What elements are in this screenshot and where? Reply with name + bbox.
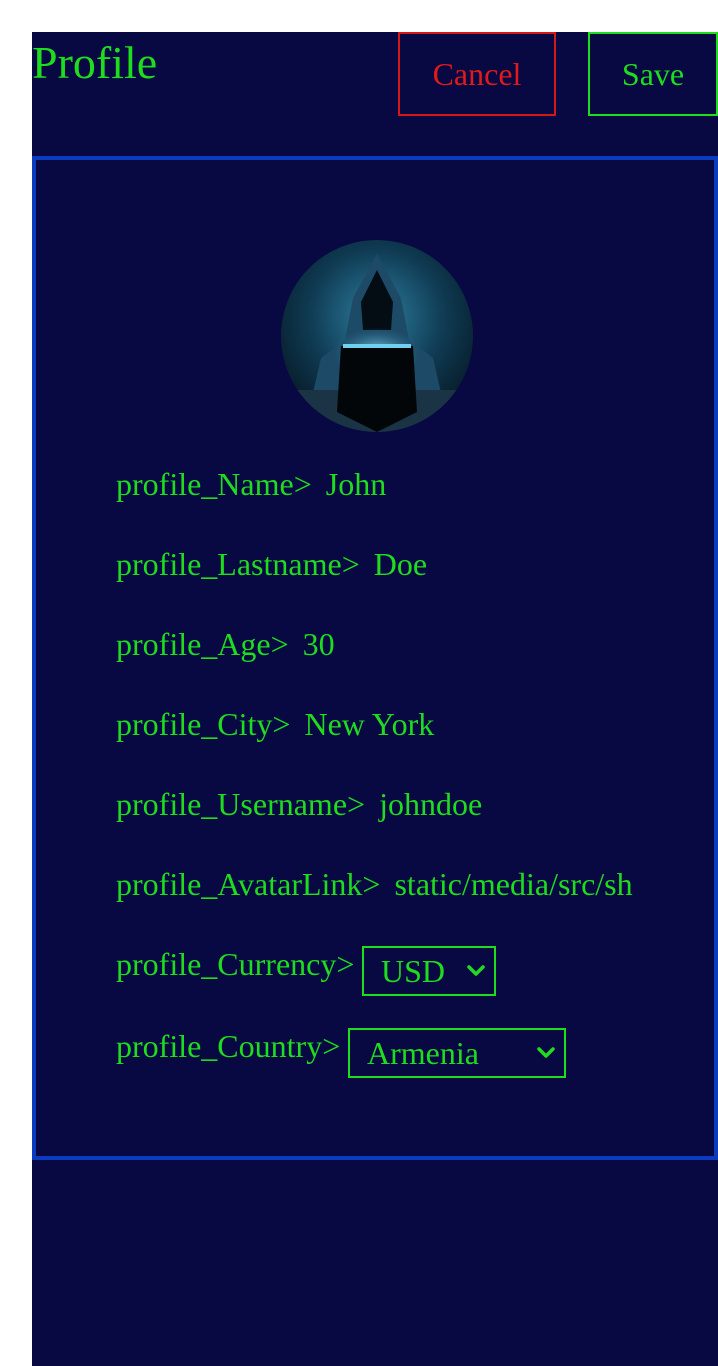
city-field[interactable]: New York: [304, 704, 434, 744]
field-label: profile_Name>: [116, 466, 312, 502]
country-select-value: Armenia: [367, 1034, 479, 1071]
avatar-link-field[interactable]: static/media/src/sh: [394, 864, 632, 904]
field-row-country: profile_Country>: [116, 1026, 340, 1066]
field-label: profile_Username>: [116, 786, 366, 822]
chevron-down-icon: [467, 965, 485, 976]
age-field[interactable]: 30: [303, 624, 335, 664]
country-select[interactable]: Armenia: [348, 1028, 566, 1078]
field-row-username: profile_Username> johndoe: [116, 784, 482, 824]
currency-select[interactable]: USD: [362, 946, 496, 996]
cancel-button[interactable]: Cancel: [398, 32, 556, 116]
field-row-lastname: profile_Lastname> Doe: [116, 544, 427, 584]
username-field[interactable]: johndoe: [379, 784, 482, 824]
profile-screen: Profile Cancel Save profile_Name> John p…: [32, 32, 718, 1366]
currency-select-value: USD: [381, 952, 446, 989]
field-row-age: profile_Age> 30: [116, 624, 335, 664]
field-label: profile_Country>: [116, 1028, 341, 1064]
field-label: profile_AvatarLink>: [116, 866, 381, 902]
page-title: Profile: [32, 37, 158, 88]
chevron-down-icon: [537, 1047, 555, 1058]
profile-card: profile_Name> John profile_Lastname> Doe p…: [32, 156, 718, 1160]
field-label: profile_Age>: [116, 626, 289, 662]
save-button[interactable]: Save: [588, 32, 718, 116]
field-label: profile_City>: [116, 706, 291, 742]
field-row-name: profile_Name> John: [116, 464, 386, 504]
field-row-avatar-link: profile_AvatarLink> static/media/src/sh: [116, 864, 633, 904]
field-row-city: profile_City> New York: [116, 704, 434, 744]
lastname-field[interactable]: Doe: [374, 544, 427, 584]
field-row-currency: profile_Currency>: [116, 944, 354, 984]
hooded-hacker-avatar-icon: [281, 240, 473, 432]
avatar: [281, 240, 473, 432]
name-field[interactable]: John: [326, 464, 386, 504]
field-label: profile_Currency>: [116, 946, 355, 982]
field-label: profile_Lastname>: [116, 546, 360, 582]
